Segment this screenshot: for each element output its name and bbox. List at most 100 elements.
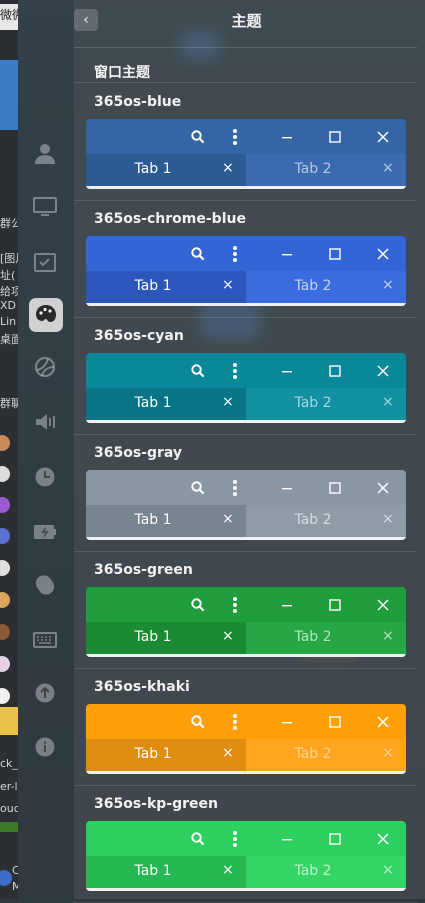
- theme-name: 365os-khaki: [94, 679, 190, 695]
- preview-tab: Tab 2 ×: [246, 271, 406, 303]
- theme-option[interactable]: 365os-blue Tab 1 × Tab 2 ×: [74, 83, 417, 201]
- theme-option[interactable]: 365os-cyan Tab 1 × Tab 2 ×: [74, 317, 417, 435]
- theme-preview[interactable]: Tab 1 × Tab 2 ×: [86, 353, 406, 423]
- preview-tab: Tab 1 ×: [86, 856, 246, 888]
- preview-titlebar: [86, 821, 406, 856]
- theme-settings-panel: ‹ 主题 窗口主题 365os-blue Tab 1 × Tab 2 × 365os-ch…: [74, 0, 425, 903]
- theme-option[interactable]: 365os-chrome-blue Tab 1 × Tab 2 ×: [74, 200, 417, 318]
- more-options-icon: [226, 128, 244, 146]
- theme-option[interactable]: 365os-green Tab 1 × Tab 2 ×: [74, 551, 417, 669]
- theme-option[interactable]: 365os-kp-green Tab 1 × Tab 2 ×: [74, 785, 417, 903]
- search-icon: [189, 245, 207, 263]
- time-icon[interactable]: [30, 462, 60, 492]
- tab-close-icon: ×: [382, 394, 394, 410]
- theme-name: 365os-green: [94, 562, 193, 578]
- theme-option[interactable]: 365os-khaki Tab 1 × Tab 2 ×: [74, 668, 417, 786]
- minimize-icon: [278, 596, 296, 614]
- network-icon[interactable]: [30, 352, 60, 382]
- account-icon[interactable]: [30, 138, 60, 168]
- tab-close-icon: ×: [222, 745, 234, 761]
- theme-preview[interactable]: Tab 1 × Tab 2 ×: [86, 704, 406, 774]
- preview-tab: Tab 1 ×: [86, 505, 246, 537]
- minimize-icon: [278, 713, 296, 731]
- power-icon[interactable]: [30, 517, 60, 547]
- theme-preview[interactable]: Tab 1 × Tab 2 ×: [86, 236, 406, 306]
- personalization-icon[interactable]: [29, 298, 63, 332]
- more-options-icon: [226, 245, 244, 263]
- preview-tab: Tab 1 ×: [86, 271, 246, 303]
- keyboard-icon[interactable]: [30, 625, 60, 655]
- theme-name: 365os-gray: [94, 445, 183, 461]
- close-icon: [374, 245, 392, 263]
- background-app-sliver: 微微 群公 [图片 址( 给项 XD Lin 桌面 群聊 ck_ er-l ou…: [0, 0, 18, 899]
- maximize-icon: [326, 362, 344, 380]
- preview-bottom-line: [86, 420, 406, 423]
- preview-tab-label: Tab 2: [294, 395, 332, 411]
- background-app-text: ck_: [0, 757, 18, 770]
- theme-name: 365os-cyan: [94, 328, 184, 344]
- background-app-text: XD: [0, 299, 17, 312]
- avatar: [0, 560, 10, 576]
- page-title: 主题: [231, 12, 262, 30]
- preview-bottom-line: [86, 537, 406, 540]
- display-icon[interactable]: [30, 192, 60, 222]
- preview-bottom-line: [86, 771, 406, 774]
- close-icon: [374, 128, 392, 146]
- preview-bottom-line: [86, 654, 406, 657]
- background-app-text: er-l: [0, 780, 18, 793]
- preview-titlebar: [86, 704, 406, 739]
- tab-close-icon: ×: [222, 160, 234, 176]
- tab-close-icon: ×: [222, 628, 234, 644]
- avatar: [0, 688, 10, 704]
- preview-tab: Tab 2 ×: [246, 154, 406, 186]
- preview-tab-label: Tab 2: [294, 863, 332, 879]
- background-app-banner: [0, 60, 18, 130]
- maximize-icon: [326, 128, 344, 146]
- preview-tab: Tab 1 ×: [86, 622, 246, 654]
- minimize-icon: [278, 830, 296, 848]
- search-icon: [189, 596, 207, 614]
- preview-tab: Tab 1 ×: [86, 739, 246, 771]
- theme-option[interactable]: 365os-gray Tab 1 × Tab 2 ×: [74, 434, 417, 552]
- mouse-icon[interactable]: [30, 570, 60, 600]
- close-icon: [374, 479, 392, 497]
- preview-tab-label: Tab 1: [134, 746, 172, 762]
- default-apps-icon[interactable]: [30, 247, 60, 277]
- preview-tab-label: Tab 2: [294, 629, 332, 645]
- theme-preview[interactable]: Tab 1 × Tab 2 ×: [86, 587, 406, 657]
- minimize-icon: [278, 479, 296, 497]
- search-icon: [189, 479, 207, 497]
- tab-close-icon: ×: [382, 628, 394, 644]
- close-icon: [374, 362, 392, 380]
- theme-preview[interactable]: Tab 1 × Tab 2 ×: [86, 470, 406, 540]
- background-app-text: 群公: [0, 217, 18, 230]
- preview-tab-label: Tab 1: [134, 278, 172, 294]
- background-app-text: 址(: [0, 269, 16, 282]
- sound-icon[interactable]: [30, 407, 60, 437]
- preview-tab-label: Tab 1: [134, 629, 172, 645]
- preview-titlebar: [86, 236, 406, 271]
- more-options-icon: [226, 479, 244, 497]
- background-app-text: ouc: [0, 802, 18, 815]
- theme-name: 365os-blue: [94, 94, 182, 110]
- background-app-text: 群聊: [0, 397, 18, 410]
- theme-preview[interactable]: Tab 1 × Tab 2 ×: [86, 821, 406, 891]
- more-options-icon: [226, 596, 244, 614]
- update-icon[interactable]: [30, 678, 60, 708]
- divider: [74, 47, 417, 48]
- preview-tab-label: Tab 1: [134, 863, 172, 879]
- preview-bottom-line: [86, 888, 406, 891]
- info-icon[interactable]: [30, 732, 60, 762]
- preview-tab: Tab 1 ×: [86, 154, 246, 186]
- avatar: [0, 435, 10, 451]
- preview-tab: Tab 2 ×: [246, 388, 406, 420]
- preview-tab-label: Tab 2: [294, 512, 332, 528]
- avatar: [0, 497, 10, 513]
- tab-close-icon: ×: [222, 511, 234, 527]
- avatar: [0, 656, 10, 672]
- background-app-text: 给项: [0, 285, 18, 298]
- theme-name: 365os-kp-green: [94, 796, 219, 812]
- theme-preview[interactable]: Tab 1 × Tab 2 ×: [86, 119, 406, 189]
- background-app-status: [0, 822, 18, 832]
- tab-close-icon: ×: [382, 745, 394, 761]
